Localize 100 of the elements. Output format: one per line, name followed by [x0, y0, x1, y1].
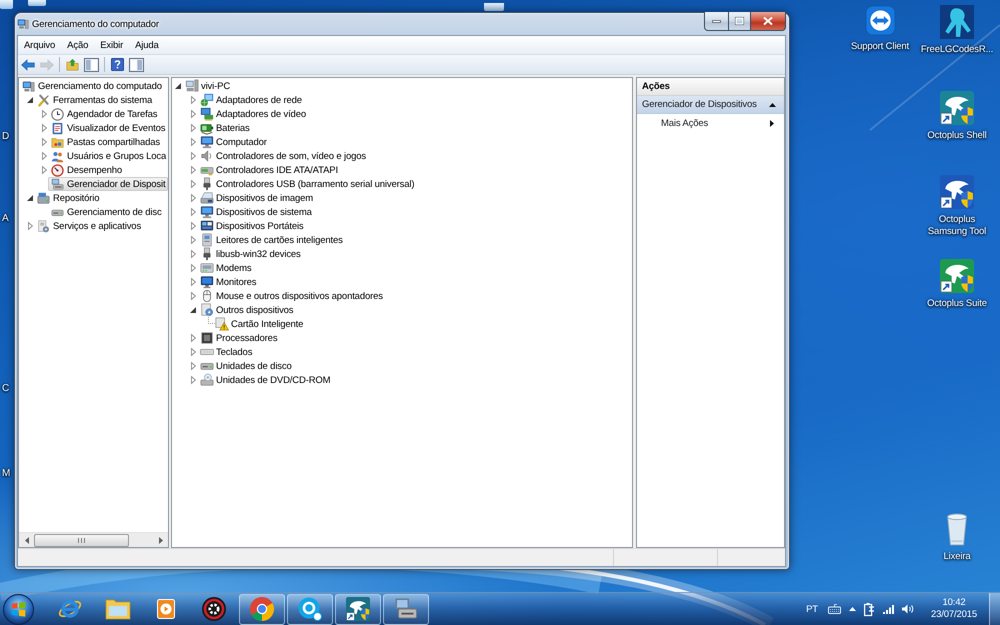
tree-item[interactable]: Unidades de DVD/CD-ROM: [197, 373, 334, 387]
clock-button[interactable]: 10:42 23/07/2015: [926, 597, 982, 621]
tree-item[interactable]: Repositório: [34, 191, 102, 205]
action-link[interactable]: Mais Ações: [637, 114, 784, 132]
minimize-button[interactable]: [704, 12, 729, 31]
tree-item[interactable]: Unidades de disco: [197, 359, 295, 373]
collapsed-arrow-icon[interactable]: [190, 236, 196, 244]
pane-title: Ações: [637, 78, 784, 96]
collapsed-arrow-icon[interactable]: [190, 376, 196, 384]
scrollbar-thumb[interactable]: [34, 534, 129, 546]
tree-item[interactable]: Teclados: [197, 345, 256, 359]
section-header[interactable]: Gerenciador de Dispositivos: [637, 96, 784, 114]
collapsed-arrow-icon[interactable]: [190, 292, 196, 300]
toolbar-button[interactable]: [83, 56, 100, 74]
tree-item[interactable]: Baterias: [197, 121, 253, 135]
tree-item[interactable]: Mouse e outros dispositivos apontadores: [197, 289, 386, 303]
tree-item[interactable]: Adaptadores de rede: [197, 93, 305, 107]
tree-item[interactable]: Gerenciador de Disposit: [48, 177, 168, 191]
tree-item[interactable]: vivi-PC: [182, 79, 234, 93]
battery-plug-icon[interactable]: [864, 602, 875, 616]
taskbar-button[interactable]: [335, 594, 381, 624]
collapsed-arrow-icon[interactable]: [190, 124, 196, 132]
tree-item[interactable]: Processadores: [197, 331, 280, 345]
collapsed-arrow-icon[interactable]: [42, 152, 46, 160]
show-desktop-button[interactable]: [989, 592, 1000, 625]
tree-item[interactable]: Dispositivos de sistema: [197, 205, 315, 219]
tree-item[interactable]: Usuários e Grupos Loca: [48, 149, 168, 163]
desktop-icon-label: D: [2, 131, 10, 143]
tree-item[interactable]: Gerenciamento de disc: [48, 205, 165, 219]
expanded-arrow-icon[interactable]: [27, 195, 33, 201]
tree-item[interactable]: Modems: [197, 261, 255, 275]
collapsed-arrow-icon[interactable]: [190, 152, 196, 160]
tree-item[interactable]: Controladores USB (barramento serial universal): [197, 177, 418, 191]
collapsed-arrow-icon[interactable]: [190, 334, 196, 342]
menu-item[interactable]: Exibir: [94, 36, 130, 54]
language-button[interactable]: PT: [804, 604, 820, 614]
collapsed-arrow-icon[interactable]: [190, 138, 196, 146]
expanded-arrow-icon[interactable]: [175, 83, 181, 89]
tree-item[interactable]: Gerenciamento do computado: [19, 79, 165, 93]
toolbar-button[interactable]: [128, 56, 145, 74]
shared-folder-icon: [51, 136, 64, 148]
octopus-shortcut-icon: [940, 259, 974, 293]
collapsed-arrow-icon[interactable]: [190, 208, 196, 216]
portable-device-icon: [200, 219, 214, 233]
speaker-icon[interactable]: [902, 604, 914, 614]
tree-item[interactable]: Computador: [197, 135, 270, 149]
close-button[interactable]: [751, 12, 786, 31]
tree-item[interactable]: Controladores IDE ATA/ATAPI: [197, 163, 341, 177]
tree-item[interactable]: Controladores de som, vídeo e jogos: [197, 149, 370, 163]
caret-left-icon: [24, 536, 28, 544]
tools-icon: [37, 94, 50, 106]
desktop-shortcut[interactable]: Support Client: [842, 5, 918, 53]
collapsed-arrow-icon[interactable]: [190, 362, 196, 370]
expanded-arrow-icon[interactable]: [190, 307, 196, 313]
collapsed-arrow-icon[interactable]: [42, 166, 46, 174]
collapsed-arrow-icon[interactable]: [190, 348, 196, 356]
tree-item[interactable]: Ferramentas do sistema: [34, 93, 156, 107]
desktop-shortcut[interactable]: Octoplus Samsung Tool: [919, 175, 995, 238]
collapsed-arrow-icon[interactable]: [42, 124, 46, 132]
collapsed-arrow-icon[interactable]: [190, 96, 196, 104]
collapsed-arrow-icon[interactable]: [190, 222, 196, 230]
keyboard-icon[interactable]: [828, 604, 841, 614]
tree-item[interactable]: Outros dispositivos: [197, 303, 296, 317]
menu-item[interactable]: Ajuda: [129, 36, 165, 54]
tree-item[interactable]: Dispositivos Portáteis: [197, 219, 307, 233]
tree-item[interactable]: Leitores de cartões inteligentes: [197, 233, 346, 247]
collapsed-arrow-icon[interactable]: [42, 110, 46, 118]
collapsed-arrow-icon[interactable]: [190, 194, 196, 202]
tree-item[interactable]: Monitores: [197, 275, 260, 289]
menu-item[interactable]: Arquivo: [18, 36, 62, 54]
tree-item[interactable]: Serviços e aplicativos: [34, 219, 144, 233]
desktop-shortcut[interactable]: Octoplus Suite: [919, 259, 995, 310]
collapsed-arrow-icon[interactable]: [190, 264, 196, 272]
taskbar-button[interactable]: [287, 594, 333, 624]
toolbar-button[interactable]: [109, 56, 126, 74]
tree-item[interactable]: libusb-win32 devices: [197, 247, 304, 261]
tree-item[interactable]: Cartão Inteligente: [212, 317, 306, 331]
caret-up-icon[interactable]: [848, 607, 856, 611]
collapsed-arrow-icon[interactable]: [190, 110, 196, 118]
desktop-shortcut[interactable]: Lixeira: [919, 512, 995, 563]
desktop-shortcut[interactable]: FreeLGCodesR...: [919, 5, 995, 56]
collapsed-arrow-icon[interactable]: [190, 180, 196, 188]
tree-item[interactable]: Dispositivos de imagem: [197, 191, 316, 205]
desktop-shortcut[interactable]: Octoplus Shell: [919, 91, 995, 142]
tree-item[interactable]: Agendador de Tarefas: [48, 107, 160, 121]
signal-bars-icon[interactable]: [882, 604, 894, 614]
tree-item[interactable]: Adaptadores de vídeo: [197, 107, 309, 121]
tree-item[interactable]: Pastas compartilhadas: [48, 135, 163, 149]
maximize-button[interactable]: [729, 12, 751, 31]
expanded-arrow-icon[interactable]: [27, 97, 33, 103]
collapsed-arrow-icon[interactable]: [190, 166, 196, 174]
tree-item[interactable]: Desempenho: [48, 163, 126, 177]
taskbar-button[interactable]: [239, 594, 285, 624]
tree-item[interactable]: Visualizador de Eventos: [48, 121, 168, 135]
collapsed-arrow-icon[interactable]: [190, 278, 196, 286]
collapsed-arrow-icon[interactable]: [28, 222, 32, 230]
collapsed-arrow-icon[interactable]: [42, 138, 46, 146]
collapsed-arrow-icon[interactable]: [190, 250, 196, 258]
menu-item[interactable]: Ação: [61, 36, 94, 54]
storage-icon: [37, 192, 50, 204]
